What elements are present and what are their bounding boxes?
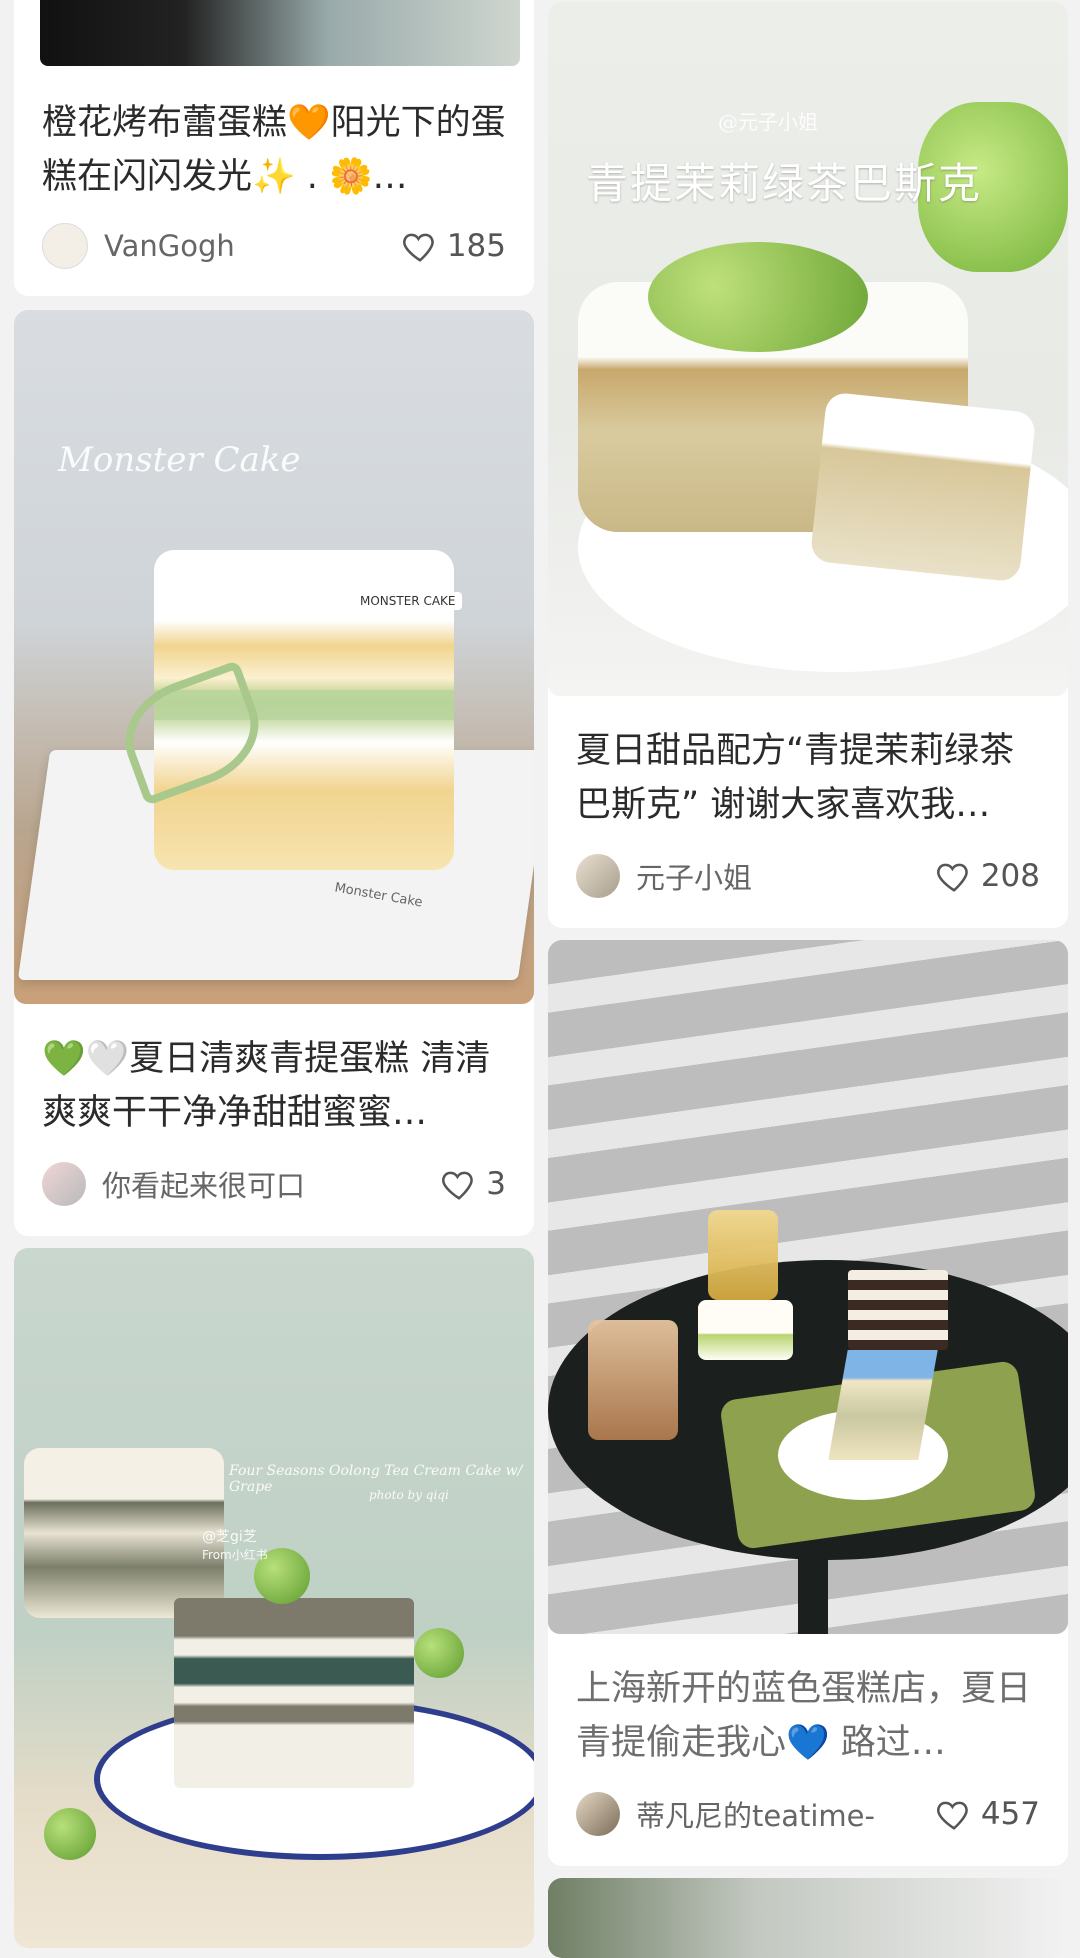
watermark-source: From小红书	[202, 1548, 268, 1562]
card-image[interactable]: Monster Cake MONSTER CAKE Monster Cake	[14, 310, 534, 1004]
like-count: 185	[446, 228, 506, 264]
card-title[interactable]: 上海新开的蓝色蛋糕店，夏日青提偷走我心💙 路过…	[576, 1662, 1040, 1770]
like-button[interactable]: 185	[401, 227, 506, 265]
green-cake	[698, 1300, 793, 1360]
grapes-topping	[648, 242, 868, 352]
card-image[interactable]	[548, 1878, 1068, 1958]
heart-outline-icon	[936, 863, 968, 892]
card-image[interactable]: @元子小姐 青提茉莉绿茶巴斯克	[548, 2, 1068, 696]
cake-slice	[809, 391, 1037, 583]
image-heading: 青提茉莉绿茶巴斯克	[586, 159, 983, 208]
grape	[44, 1808, 96, 1860]
feed-card-4[interactable]: 上海新开的蓝色蛋糕店，夏日青提偷走我心💙 路过… 蒂凡尼的teatime- 45…	[548, 940, 1068, 1866]
card-meta: VanGogh 185	[42, 218, 506, 274]
card-title[interactable]: 💚🤍夏日清爽青提蛋糕 清清爽爽干干净净甜甜蜜蜜…	[42, 1032, 506, 1140]
back-cake	[24, 1448, 224, 1618]
cake-slice	[174, 1598, 414, 1788]
like-button[interactable]: 3	[440, 1165, 506, 1203]
like-count: 457	[980, 1796, 1040, 1832]
feed-card-5[interactable]: Four Seasons Oolong Tea Cream Cake w/ Gr…	[14, 1248, 534, 1948]
cake-tag: MONSTER CAKE	[354, 592, 462, 610]
heart-outline-icon	[442, 1171, 474, 1200]
watermark-handle: @芝gi芝	[202, 1529, 257, 1545]
photo-credit: photo by qiqi	[369, 1488, 449, 1502]
feed-card-6[interactable]	[548, 1878, 1068, 1958]
card-meta: 蒂凡尼的teatime- 457	[576, 1786, 1040, 1842]
avatar[interactable]	[576, 854, 620, 898]
avatar[interactable]	[576, 1792, 620, 1836]
author-name[interactable]: VanGogh	[104, 229, 401, 263]
avatar[interactable]	[42, 1162, 86, 1206]
card-meta: 你看起来很可口 3	[42, 1156, 506, 1212]
heart-outline-icon	[936, 1801, 968, 1830]
card-image[interactable]	[548, 940, 1068, 1634]
like-count: 208	[980, 858, 1040, 894]
card-image[interactable]	[40, 0, 520, 66]
chocolate-cake-slice	[848, 1270, 948, 1350]
cup	[588, 1320, 678, 1440]
watermark-text: Monster Cake	[58, 440, 301, 480]
heart-outline-icon	[402, 233, 434, 262]
card-meta: 元子小姐 208	[576, 848, 1040, 904]
feed-card-3[interactable]: Monster Cake MONSTER CAKE Monster Cake 💚…	[14, 310, 534, 1236]
like-button[interactable]: 457	[935, 1795, 1040, 1833]
feed-card-2[interactable]: @元子小姐 青提茉莉绿茶巴斯克 夏日甜品配方“青提茉莉绿茶巴斯克” 谢谢大家喜欢…	[548, 2, 1068, 928]
watermark-handle: @元子小姐	[718, 110, 818, 134]
author-name[interactable]: 元子小姐	[636, 855, 935, 897]
grape	[414, 1628, 464, 1678]
feed-card-1[interactable]: 橙花烤布蕾蛋糕🧡阳光下的蛋糕在闪闪发光✨ . 🌼… VanGogh 185	[14, 0, 534, 296]
card-title[interactable]: 橙花烤布蕾蛋糕🧡阳光下的蛋糕在闪闪发光✨ . 🌼…	[42, 96, 506, 204]
card-title[interactable]: 夏日甜品配方“青提茉莉绿茶巴斯克” 谢谢大家喜欢我…	[576, 724, 1040, 832]
like-count: 3	[486, 1166, 506, 1202]
card-image[interactable]: Four Seasons Oolong Tea Cream Cake w/ Gr…	[14, 1248, 534, 1948]
author-name[interactable]: 蒂凡尼的teatime-	[636, 1793, 935, 1835]
avatar[interactable]	[42, 223, 88, 269]
tea-glass	[708, 1210, 778, 1300]
like-button[interactable]: 208	[935, 857, 1040, 895]
author-name[interactable]: 你看起来很可口	[102, 1163, 440, 1205]
